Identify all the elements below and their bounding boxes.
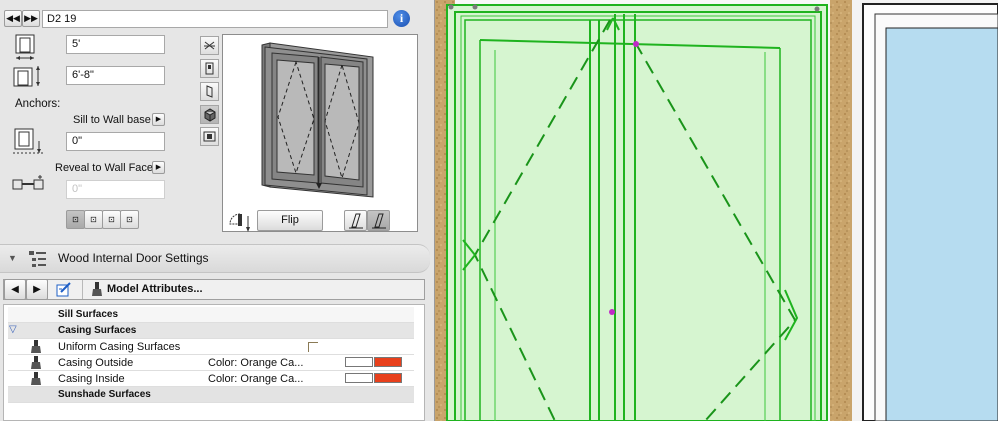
anchor-mode-1-button[interactable]: ⊡: [66, 210, 85, 229]
settings-panel: ◀◀ ▶▶ D2 19 i 5' 6'-8" Anchors: Sill to …: [0, 0, 435, 421]
settings-section-title: Wood Internal Door Settings: [58, 251, 209, 265]
row-label: Casing Outside: [58, 357, 134, 369]
anchor-mode-4-button[interactable]: ⊡: [120, 210, 139, 229]
sill-height-field[interactable]: 0": [66, 132, 165, 151]
attribute-row-sill-surfaces[interactable]: Sill Surfaces: [8, 307, 414, 323]
row-value[interactable]: Color: Orange Ca...: [208, 357, 303, 369]
settings-section-header[interactable]: ▼ Wood Internal Door Settings: [0, 244, 430, 273]
collapse-triangle-icon[interactable]: ▼: [8, 253, 17, 263]
view-side-button[interactable]: [200, 82, 219, 101]
width-icon: [13, 34, 39, 62]
anchor-mode-3-button[interactable]: ⊡: [102, 210, 121, 229]
row-label: Uniform Casing Surfaces: [58, 341, 181, 353]
view-section-button[interactable]: [200, 127, 219, 146]
reveal-anchor-dropdown-button[interactable]: ▶: [152, 161, 165, 174]
view-plan-button[interactable]: [200, 36, 219, 55]
previous-element-button[interactable]: ◀◀: [4, 10, 22, 27]
attribute-row-sunshade-surfaces[interactable]: Sunshade Surfaces: [8, 387, 414, 403]
next-page-button[interactable]: ▶: [26, 279, 48, 300]
width-field[interactable]: 5': [66, 35, 165, 54]
next-element-button[interactable]: ▶▶: [22, 10, 40, 27]
uniform-casing-checkbox[interactable]: [308, 342, 318, 352]
previous-page-button[interactable]: ◀: [4, 279, 26, 300]
row-value[interactable]: Color: Orange Ca...: [208, 373, 303, 385]
color-swatch-white[interactable]: [345, 357, 373, 367]
sill-anchor-dropdown-button[interactable]: ▶: [152, 113, 165, 126]
attribute-row-casing-outside[interactable]: Casing Outside Color: Orange Ca...: [8, 355, 414, 371]
model-attributes-label: Model Attributes...: [107, 283, 203, 295]
model-attributes-button[interactable]: Model Attributes...: [82, 280, 263, 299]
color-swatch-white[interactable]: [345, 373, 373, 383]
info-icon[interactable]: i: [393, 10, 410, 27]
opening-side-icon: [224, 210, 254, 234]
height-field[interactable]: 6'-8": [66, 66, 165, 85]
viewport-canvas: [435, 0, 998, 421]
element-id-field[interactable]: D2 19: [42, 10, 388, 28]
expand-triangle-icon[interactable]: ▽: [9, 324, 17, 335]
anchor-mode-group: ⊡ ⊡ ⊡ ⊡: [66, 210, 140, 230]
sill-anchor-label: Sill to Wall base: [73, 114, 151, 126]
row-label: Sunshade Surfaces: [58, 389, 151, 400]
brush-icon: [91, 282, 103, 300]
reveal-depth-icon: [12, 174, 46, 196]
row-label: Casing Surfaces: [58, 325, 137, 336]
height-icon: [13, 64, 43, 90]
attribute-row-casing-inside[interactable]: Casing Inside Color: Orange Ca...: [8, 371, 414, 387]
view-3d-button[interactable]: [200, 105, 219, 124]
door-preview: [222, 34, 418, 232]
opening-direction-group: [344, 210, 392, 232]
reveal-depth-field: 0": [66, 180, 165, 199]
3d-viewport[interactable]: [435, 0, 998, 421]
settings-tree-icon: [28, 250, 48, 268]
attribute-row-casing-surfaces[interactable]: ▽ Casing Surfaces: [8, 323, 414, 339]
flip-button[interactable]: Flip: [257, 210, 323, 231]
row-label: Casing Inside: [58, 373, 125, 385]
color-swatch-orange[interactable]: [374, 357, 402, 367]
row-label: Sill Surfaces: [58, 309, 119, 320]
sill-height-icon: [13, 127, 45, 155]
reveal-anchor-label: Reveal to Wall Face: [55, 162, 154, 174]
opening-direction-left-button[interactable]: [344, 210, 367, 231]
anchors-label: Anchors:: [15, 98, 61, 110]
view-front-button[interactable]: [200, 59, 219, 78]
opening-direction-right-button[interactable]: [367, 210, 390, 231]
attribute-row-uniform-casing[interactable]: Uniform Casing Surfaces: [8, 339, 414, 355]
attributes-toolbar: ◀ ▶ Model Attributes...: [3, 279, 425, 300]
edit-page-icon[interactable]: [55, 281, 73, 298]
anchor-mode-2-button[interactable]: ⊡: [84, 210, 103, 229]
color-swatch-orange[interactable]: [374, 373, 402, 383]
attributes-list: Sill Surfaces ▽ Casing Surfaces Uniform …: [3, 304, 425, 421]
